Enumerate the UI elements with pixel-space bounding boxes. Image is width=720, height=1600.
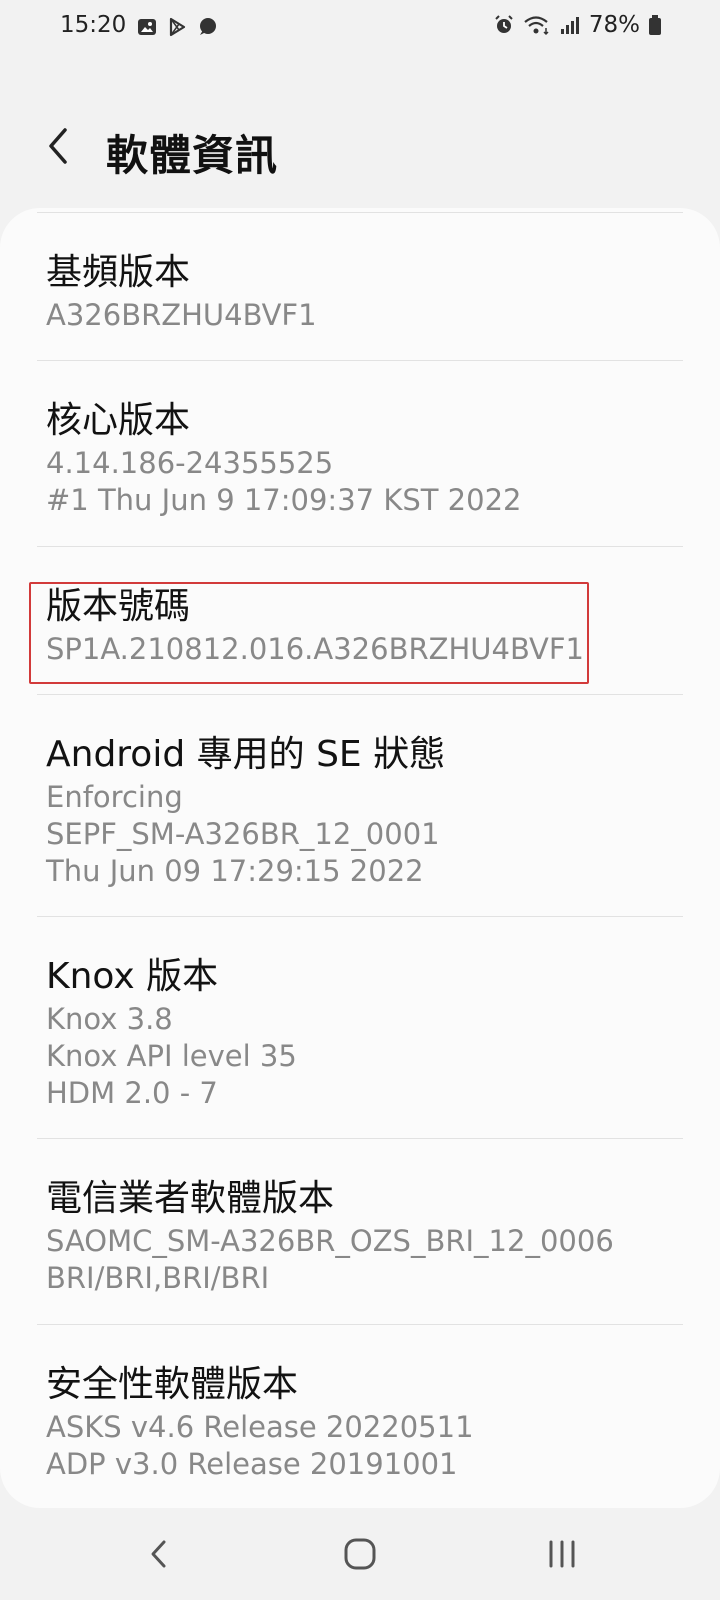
recents-icon	[549, 1540, 575, 1568]
list-item-se-status[interactable]: Android 專用的 SE 狀態 Enforcing SEPF_SM-A326…	[37, 694, 683, 917]
settings-card: 基頻版本 A326BRZHU4BVF1 核心版本 4.14.186-243555…	[0, 208, 720, 1508]
item-value: BRI/BRI,BRI/BRI	[46, 1261, 270, 1295]
item-value: Thu Jun 09 17:29:15 2022	[46, 854, 424, 888]
app-bar: 軟體資訊	[0, 100, 720, 196]
list-item-carrier-software-version[interactable]: 電信業者軟體版本 SAOMC_SM-A326BR_OZS_BRI_12_0006…	[37, 1138, 683, 1325]
item-value: A326BRZHU4BVF1	[46, 298, 317, 332]
back-arrow-icon	[49, 128, 67, 164]
alarm-icon	[493, 14, 515, 36]
gallery-icon	[136, 16, 158, 38]
item-title: 核心版本	[46, 400, 191, 441]
list-item-kernel-version[interactable]: 核心版本 4.14.186-24355525 #1 Thu Jun 9 17:0…	[37, 360, 683, 547]
item-value: ADP v3.0 Release 20191001	[46, 1447, 458, 1481]
item-value: ASKS v4.6 Release 20220511	[46, 1410, 474, 1444]
item-title: 電信業者軟體版本	[46, 1178, 335, 1219]
item-value: SEPF_SM-A326BR_12_0001	[46, 817, 440, 851]
status-bar: 15:20 78%	[0, 0, 720, 56]
battery-icon	[648, 14, 662, 36]
nav-home-button[interactable]	[328, 1524, 392, 1584]
item-title: Android 專用的 SE 狀態	[46, 734, 446, 775]
item-value: Knox API level 35	[46, 1039, 297, 1073]
item-value: SAOMC_SM-A326BR_OZS_BRI_12_0006	[46, 1224, 614, 1258]
page-title: 軟體資訊	[106, 131, 279, 180]
item-title: 基頻版本	[46, 252, 191, 293]
home-icon	[344, 1538, 376, 1570]
list-item-baseband-version[interactable]: 基頻版本 A326BRZHU4BVF1	[37, 212, 683, 361]
item-value: Knox 3.8	[46, 1002, 173, 1036]
item-title: 安全性軟體版本	[46, 1364, 299, 1405]
build-number-highlight	[29, 582, 589, 684]
item-value: #1 Thu Jun 9 17:09:37 KST 2022	[46, 483, 522, 517]
wifi-icon	[523, 14, 551, 36]
play-store-icon	[166, 16, 188, 38]
status-time: 15:20	[60, 12, 127, 38]
item-value: 4.14.186-24355525	[46, 446, 334, 480]
item-value: Enforcing	[46, 780, 183, 814]
list-item-security-software-version[interactable]: 安全性軟體版本 ASKS v4.6 Release 20220511 ADP v…	[37, 1324, 683, 1508]
list-item-knox-version[interactable]: Knox 版本 Knox 3.8 Knox API level 35 HDM 2…	[37, 916, 683, 1139]
nav-back-button[interactable]	[126, 1524, 190, 1584]
battery-percentage: 78%	[588, 12, 640, 38]
item-value: HDM 2.0 - 7	[46, 1076, 218, 1110]
back-nav-icon	[151, 1540, 166, 1568]
nav-recents-button[interactable]	[530, 1524, 594, 1584]
back-button[interactable]	[30, 118, 86, 174]
signal-icon	[559, 14, 581, 36]
item-title: Knox 版本	[46, 956, 219, 997]
navigation-bar	[0, 1508, 720, 1600]
chat-icon	[196, 16, 218, 38]
